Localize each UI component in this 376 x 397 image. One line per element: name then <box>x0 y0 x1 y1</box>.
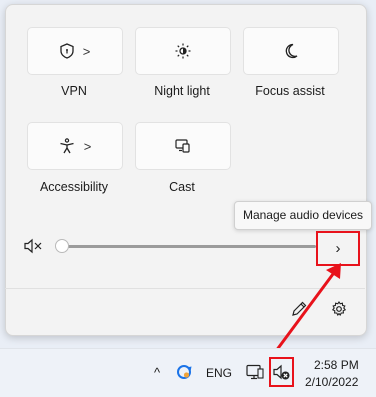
onedrive-sync-icon[interactable] <box>176 364 192 385</box>
chevron-up-icon[interactable]: ^ <box>154 365 160 380</box>
annotation-arrow <box>274 263 341 353</box>
clock-time[interactable]: 2:58 PM <box>314 358 359 372</box>
network-icon[interactable] <box>246 364 264 386</box>
volume-muted-icon[interactable] <box>273 364 291 386</box>
clock-date[interactable]: 2/10/2022 <box>305 375 358 389</box>
language-indicator[interactable]: ENG <box>206 366 232 380</box>
